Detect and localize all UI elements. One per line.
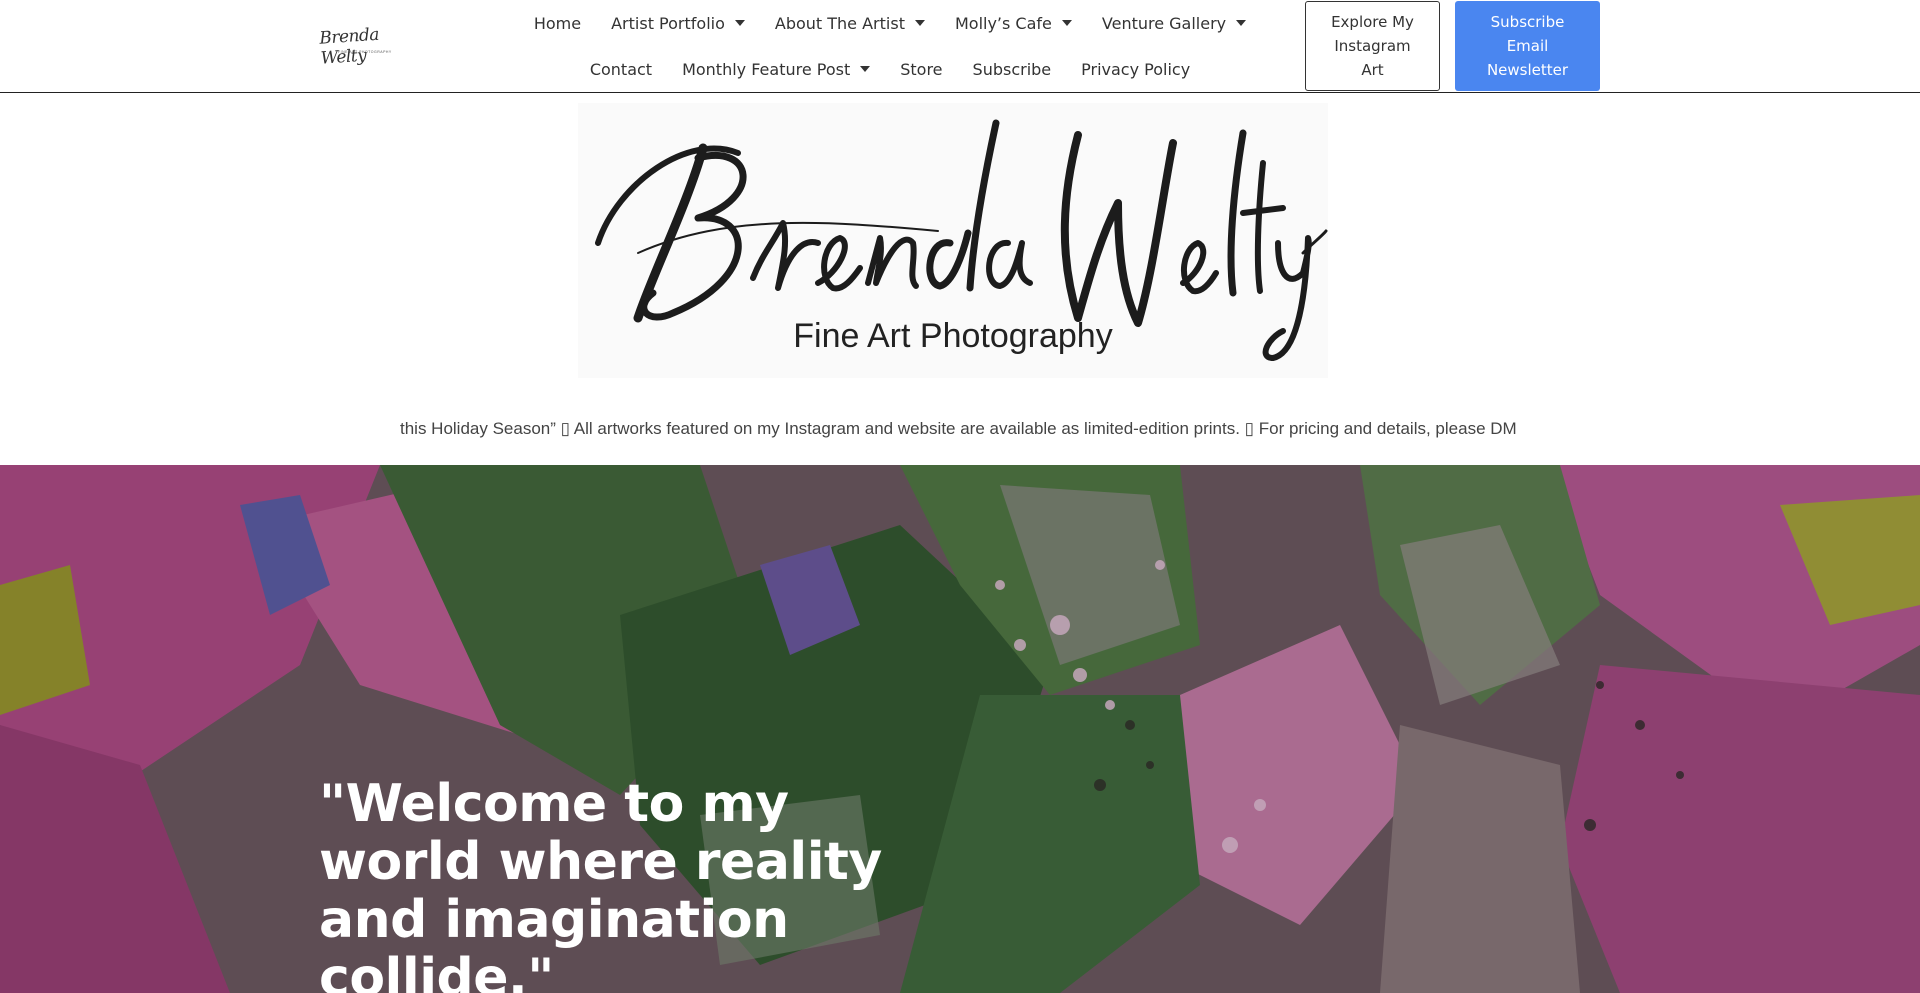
site-logo[interactable]: Brenda Welty FINE ART PHOTOGRAPHY <box>319 25 400 69</box>
caret-down-icon <box>734 20 745 26</box>
caret-down-icon <box>914 20 925 26</box>
explore-instagram-button[interactable]: Explore My Instagram Art <box>1305 1 1440 91</box>
nav-item-privacy-policy[interactable]: Privacy Policy <box>1066 58 1205 80</box>
logo-subtitle: FINE ART PHOTOGRAPHY <box>338 50 392 54</box>
nav-item-venture-gallery[interactable]: Venture Gallery <box>1087 12 1261 34</box>
nav-item-monthly-feature-post[interactable]: Monthly Feature Post <box>667 58 885 80</box>
nav-label: About The Artist <box>774 13 905 33</box>
nav-row-primary: Home Artist Portfolio About The Artist M… <box>534 12 1247 34</box>
hero-section: "Welcome to my world where reality and i… <box>0 465 1920 993</box>
announcement-marquee: this Holiday Season” ▯ All artworks feat… <box>400 419 1520 438</box>
brand-logo: Fine Art Photography <box>578 103 1328 378</box>
caret-down-icon <box>1236 20 1247 26</box>
nav-item-about-the-artist[interactable]: About The Artist <box>760 12 940 34</box>
nav-label: Monthly Feature Post <box>682 59 851 79</box>
nav-label: Artist Portfolio <box>611 13 725 33</box>
caret-down-icon <box>860 66 871 72</box>
site-header: Brenda Welty FINE ART PHOTOGRAPHY Home A… <box>0 0 1920 93</box>
nav-item-subscribe[interactable]: Subscribe <box>958 58 1067 80</box>
nav-item-home[interactable]: Home <box>519 12 596 34</box>
nav-item-mollys-cafe[interactable]: Molly’s Cafe <box>940 12 1087 34</box>
nav-label: Privacy Policy <box>1081 59 1191 79</box>
nav-item-contact[interactable]: Contact <box>575 58 667 80</box>
nav-row-secondary: Contact Monthly Feature Post Store Subsc… <box>540 58 1240 80</box>
brand-tagline: Fine Art Photography <box>793 317 1113 355</box>
hero-quote: "Welcome to my world where reality and i… <box>319 774 882 993</box>
nav-label: Molly’s Cafe <box>954 13 1052 33</box>
subscribe-newsletter-button[interactable]: Subscribe Email Newsletter <box>1455 1 1600 91</box>
hero-overlay <box>0 465 1920 993</box>
nav-label: Subscribe <box>972 59 1052 79</box>
nav-label: Venture Gallery <box>1101 13 1227 33</box>
nav-item-store[interactable]: Store <box>885 58 957 80</box>
nav-label: Home <box>533 13 582 33</box>
nav-label: Store <box>900 59 943 79</box>
nav-item-artist-portfolio[interactable]: Artist Portfolio <box>596 12 760 34</box>
main-navigation: Home Artist Portfolio About The Artist M… <box>534 0 1247 93</box>
caret-down-icon <box>1061 20 1072 26</box>
logo-signature: Brenda Welty <box>318 24 380 69</box>
nav-label: Contact <box>589 59 653 79</box>
